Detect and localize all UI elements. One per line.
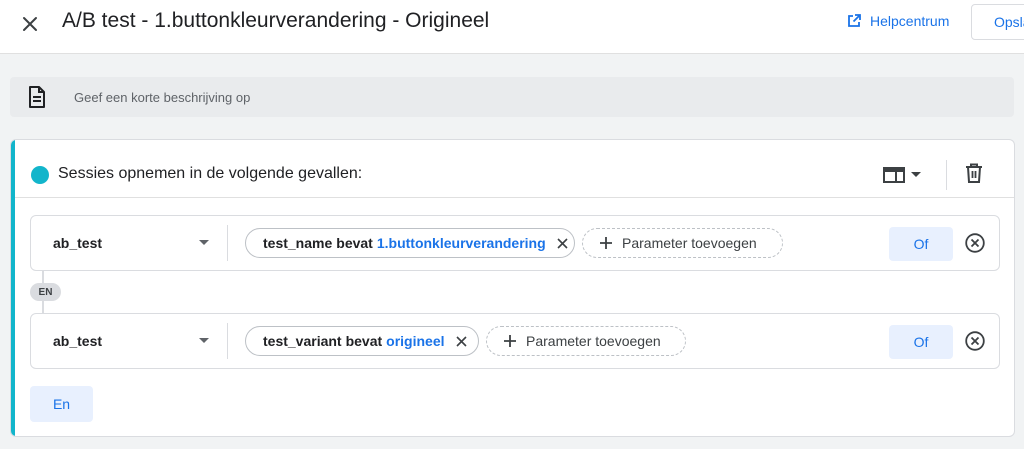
plus-icon [504,335,516,347]
description-bar [10,77,1014,117]
close-icon [455,335,467,347]
add-parameter-button[interactable]: Parameter toevoegen [486,326,686,356]
delete-condition-button[interactable] [965,163,983,188]
editor-area: Sessies opnemen in de volgende gevallen: [0,54,1024,449]
scope-dropdown-button[interactable] [883,163,921,187]
cancel-circle-icon [965,331,985,351]
save-button[interactable]: Opslaan [971,4,1024,40]
event-select[interactable]: ab_test [31,216,227,270]
plus-icon [600,237,612,249]
add-parameter-label: Parameter toevoegen [622,235,757,251]
or-button[interactable]: Of [889,325,953,359]
condition-row: ab_test test_name bevat 1.buttonkleurver… [30,215,1000,271]
close-icon [23,17,37,31]
caret-down-icon [199,240,209,245]
and-button[interactable]: En [30,386,93,422]
param-name: test_name [263,235,333,251]
card-header: Sessies opnemen in de volgende gevallen: [15,140,1014,198]
or-button[interactable]: Of [889,227,953,261]
page-title: A/B test - 1.buttonkleurverandering - Or… [62,9,490,32]
close-button[interactable] [18,12,42,36]
cancel-circle-icon [965,233,985,253]
add-parameter-button[interactable]: Parameter toevoegen [582,228,783,258]
condition-row: ab_test test_variant bevat origineel Par… [30,313,1000,369]
caret-down-icon [199,338,209,343]
parameter-chip[interactable]: test_name bevat 1.buttonkleurverandering [245,228,575,258]
event-select[interactable]: ab_test [31,314,227,368]
event-name: ab_test [53,235,103,251]
param-value: origineel [386,333,445,349]
param-name: test_variant [263,333,342,349]
event-name: ab_test [53,333,103,349]
caret-down-icon [911,172,921,177]
help-center-label: Helpcentrum [870,13,950,29]
remove-parameter-button[interactable] [557,237,568,249]
and-connector-line [42,271,44,283]
param-operator: bevat [345,333,383,349]
row-divider [227,225,228,261]
teal-dot-icon [31,166,49,184]
help-center-link[interactable]: Helpcentrum [846,13,949,29]
param-operator: bevat [336,235,373,251]
and-connector-line [42,301,44,313]
document-icon [29,86,45,108]
remove-row-button[interactable] [965,331,985,356]
top-bar: A/B test - 1.buttonkleurverandering - Or… [0,0,1024,54]
trash-icon [966,163,982,183]
remove-row-button[interactable] [965,233,985,258]
description-input[interactable] [74,77,974,117]
remove-parameter-button[interactable] [455,335,467,347]
open-in-new-icon [848,14,861,27]
table-scope-icon [883,167,905,183]
card-title: Sessies opnemen in de volgende gevallen: [58,165,363,182]
row-divider [227,323,228,359]
condition-card: Sessies opnemen in de volgende gevallen: [10,139,1015,437]
parameter-chip[interactable]: test_variant bevat origineel [245,326,479,356]
close-icon [557,237,568,249]
param-value: 1.buttonkleurverandering [376,235,546,251]
add-parameter-label: Parameter toevoegen [526,333,661,349]
and-badge: EN [30,283,61,301]
header-divider [946,160,947,190]
